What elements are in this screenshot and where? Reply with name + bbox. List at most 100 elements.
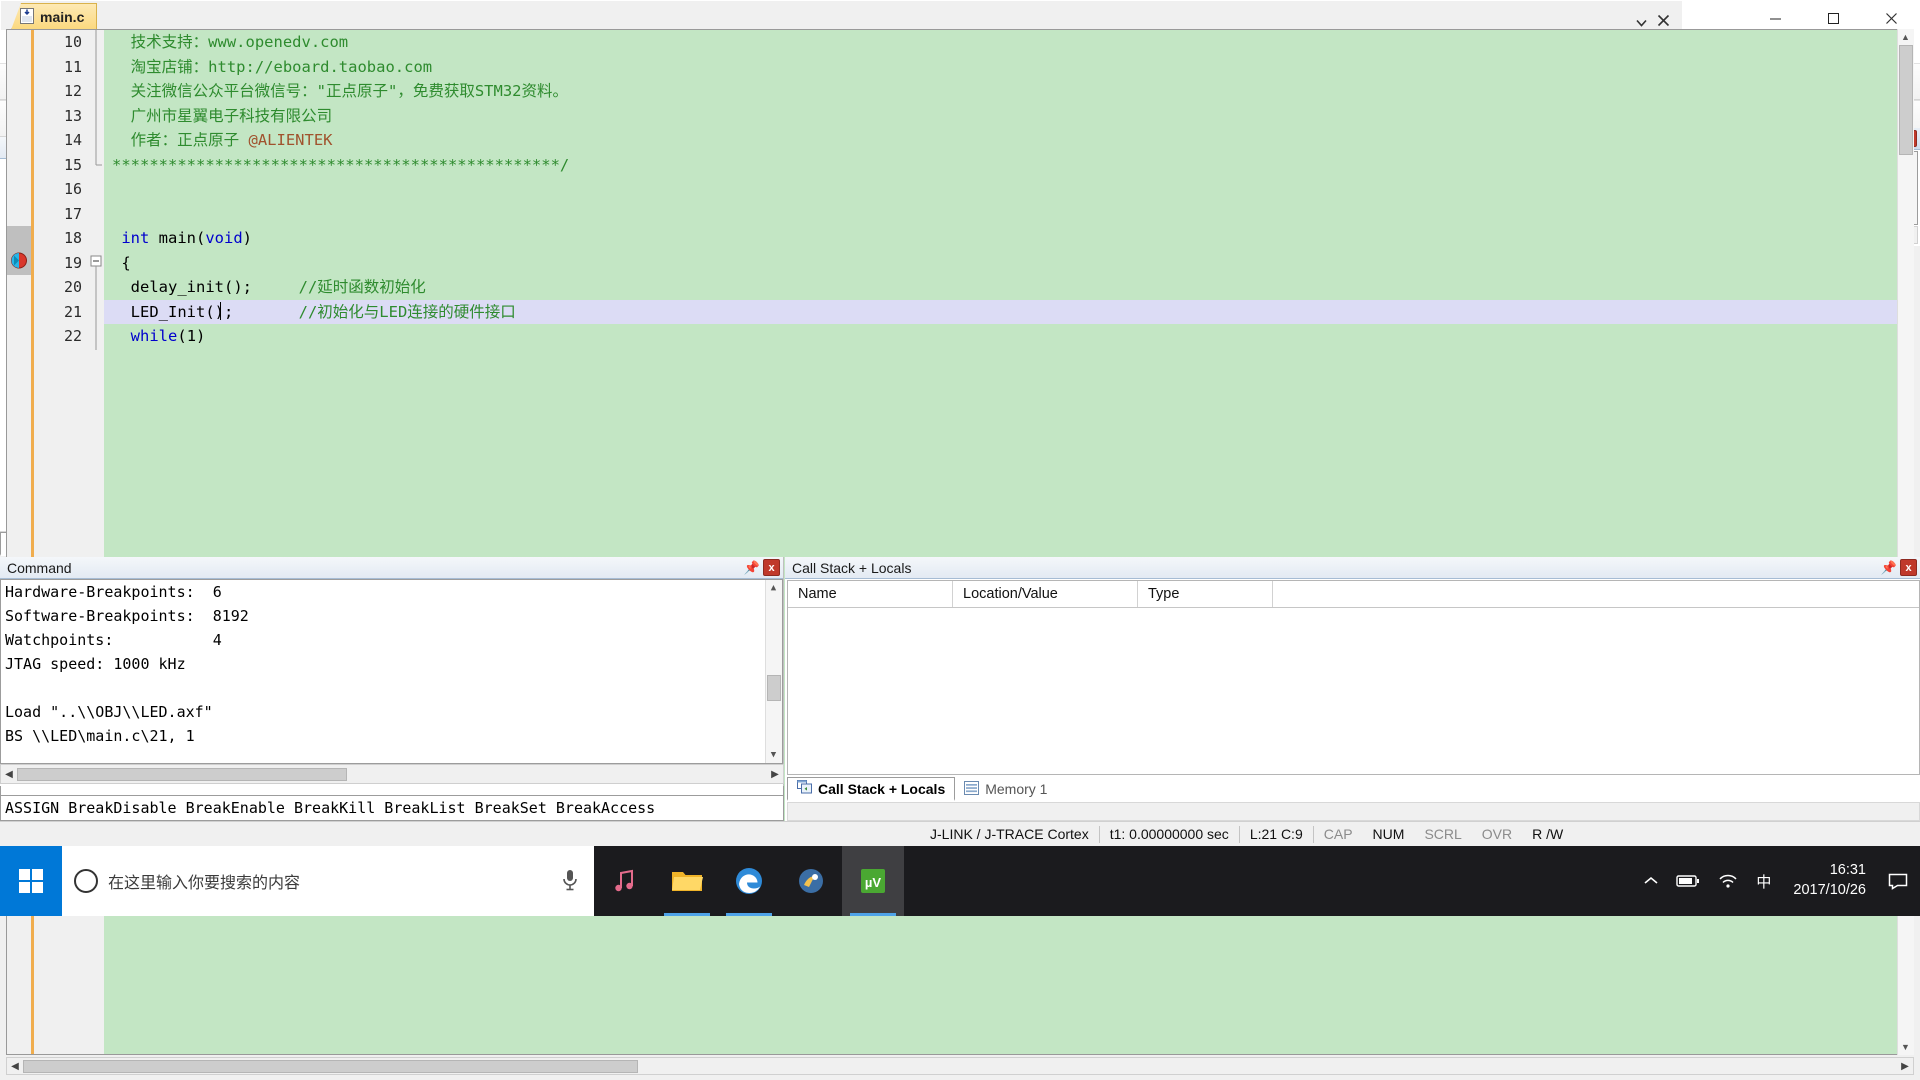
microphone-icon[interactable]: [560, 868, 582, 894]
code-line[interactable]: 广州市星翼电子科技有限公司: [104, 104, 1913, 129]
network-icon[interactable]: [1710, 846, 1746, 916]
command-output-line: [1, 676, 782, 700]
status-ovr-indicator: OVR: [1481, 826, 1513, 842]
keil-uvision-icon[interactable]: µV: [842, 846, 904, 916]
edge-browser-icon[interactable]: [718, 846, 780, 916]
code-line[interactable]: 技术支持：www.openedv.com: [104, 30, 1913, 55]
status-cursor-position: L:21 C:9: [1249, 826, 1303, 842]
taskbar-apps: µV: [594, 846, 904, 916]
action-center-icon[interactable]: [1880, 846, 1916, 916]
line-number: 10: [63, 33, 82, 51]
column-header-location-value[interactable]: Location/Value: [953, 581, 1138, 607]
taskbar-clock[interactable]: 16:31 2017/10/26: [1781, 846, 1878, 916]
column-header-filler: [1273, 581, 1919, 607]
scroll-up-icon[interactable]: ▲: [766, 580, 781, 596]
scroll-left-icon[interactable]: ◀: [1, 766, 17, 782]
code-segment: ****************************************…: [112, 155, 570, 174]
call-stack-grid[interactable]: Name Location/Value Type: [787, 580, 1920, 775]
code-line[interactable]: {: [104, 251, 1913, 276]
status-num-indicator: NUM: [1372, 826, 1405, 842]
line-number: 11: [63, 57, 82, 76]
status-debugger: J-LINK / J-TRACE Cortex: [930, 826, 1089, 842]
windows-taskbar: 在这里输入你要搜索的内容 µV 中 16:31 2017/10/26: [0, 846, 1920, 916]
tab-main-c[interactable]: main.c: [11, 3, 98, 30]
code-line[interactable]: ****************************************…: [104, 153, 1913, 178]
close-icon[interactable]: x: [1900, 559, 1917, 576]
close-icon[interactable]: x: [763, 559, 780, 576]
code-line[interactable]: 关注微信公众平台微信号："正点原子"，免费获取STM32资料。: [104, 79, 1913, 104]
call-stack-horizontal-scrollbar[interactable]: [787, 802, 1920, 821]
clock-date: 2017/10/26: [1793, 882, 1866, 898]
code-line[interactable]: 淘宝店铺：http://eboard.taobao.com: [104, 55, 1913, 80]
status-scrl-indicator: SCRL: [1424, 826, 1462, 842]
scrollbar-thumb[interactable]: [1899, 45, 1913, 155]
file-explorer-icon[interactable]: [656, 846, 718, 916]
column-header-type[interactable]: Type: [1138, 581, 1273, 607]
show-hidden-icons-icon[interactable]: [1636, 846, 1666, 916]
code-line[interactable]: 作者：正点原子 @ALIENTEK: [104, 128, 1913, 153]
scrollbar-thumb[interactable]: [767, 675, 781, 701]
command-output-line: Hardware-Breakpoints: 6: [5, 583, 222, 601]
code-line-current[interactable]: LED_Init(); //初始化与LED连接的硬件接口: [104, 299, 1913, 324]
command-horizontal-scrollbar[interactable]: ◀ ▶: [0, 764, 784, 784]
search-input[interactable]: 在这里输入你要搜索的内容: [62, 846, 594, 916]
breakpoint-marker-icon[interactable]: [10, 252, 28, 272]
call-stack-panel-title: Call Stack + Locals: [792, 559, 912, 576]
code-segment: 1: [186, 327, 197, 345]
scroll-up-icon[interactable]: ▲: [1898, 29, 1913, 45]
code-line[interactable]: [104, 202, 1913, 227]
tab-call-stack-locals[interactable]: Call Stack + Locals: [787, 777, 956, 801]
code-segment: 关注微信公众平台微信号："正点原子"，免费获取STM32资料。: [112, 82, 568, 100]
code-segment: 作者：正点原子: [112, 131, 249, 149]
ime-chinese-icon[interactable]: 中: [1748, 846, 1779, 916]
text-caret: [220, 302, 221, 320]
callstack-icon: [797, 780, 812, 797]
scrollbar-thumb[interactable]: [17, 767, 347, 781]
scroll-right-icon[interactable]: ▶: [767, 766, 783, 782]
command-panel-header: Command 📌 x: [0, 557, 783, 579]
pin-icon[interactable]: 📌: [1881, 559, 1897, 577]
line-number: 12: [63, 82, 82, 100]
c-file-icon: [20, 7, 34, 27]
scroll-down-icon[interactable]: ▼: [1898, 1039, 1913, 1055]
call-stack-panel: Call Stack + Locals 📌 x Name Location/Va…: [785, 557, 1920, 821]
app-icon[interactable]: [780, 846, 842, 916]
music-app-icon[interactable]: [594, 846, 656, 916]
command-output-line: JTAG speed: 1000 kHz: [5, 655, 186, 673]
scroll-down-icon[interactable]: ▼: [766, 747, 781, 763]
code-segment: @ALIENTEK: [248, 131, 333, 149]
line-number: 20: [63, 278, 82, 296]
scrollbar-thumb[interactable]: [23, 1059, 638, 1073]
command-output-line: Watchpoints: 4: [5, 631, 222, 649]
line-number: 21: [63, 302, 82, 321]
command-output[interactable]: Hardware-Breakpoints: 6 Software-Breakpo…: [0, 579, 783, 764]
code-segment: main(: [149, 229, 206, 247]
editor-horizontal-scrollbar[interactable]: ◀ ▶: [6, 1057, 1914, 1075]
command-help-bar: ASSIGN BreakDisable BreakEnable BreakKil…: [0, 795, 784, 821]
pin-icon[interactable]: 📌: [744, 559, 760, 577]
scroll-left-icon[interactable]: ◀: [7, 1058, 23, 1074]
line-number: 14: [63, 131, 82, 149]
code-segment: LED_Init();: [112, 302, 299, 321]
editor-tablist-dropdown-icon[interactable]: [1636, 15, 1647, 30]
editor-close-icon[interactable]: [1657, 14, 1670, 30]
code-line[interactable]: while(1): [104, 324, 1913, 349]
scroll-right-icon[interactable]: ▶: [1897, 1058, 1913, 1074]
code-segment: {: [112, 253, 131, 272]
editor-panel: main.c 10 11 12 13 14 15 16 17 18 19 20 …: [0, 0, 1914, 1075]
column-header-name[interactable]: Name: [788, 581, 953, 607]
code-line[interactable]: int main(void): [104, 226, 1913, 251]
line-number: 18: [63, 229, 82, 247]
call-stack-panel-header: Call Stack + Locals 📌 x: [785, 557, 1920, 579]
status-rw-indicator: R /W: [1532, 826, 1564, 842]
tab-memory-1[interactable]: Memory 1: [955, 777, 1056, 801]
command-vertical-scrollbar[interactable]: ▲ ▼: [765, 580, 782, 763]
call-stack-header-row: Name Location/Value Type: [788, 581, 1919, 608]
code-segment: void: [205, 229, 243, 247]
windows-start-icon[interactable]: [0, 846, 62, 916]
search-placeholder: 在这里输入你要搜索的内容: [108, 875, 301, 892]
code-line[interactable]: delay_init(); //延时函数初始化: [104, 275, 1913, 300]
battery-icon[interactable]: [1668, 846, 1708, 916]
line-number: 15: [63, 155, 82, 174]
code-line[interactable]: [104, 177, 1913, 202]
